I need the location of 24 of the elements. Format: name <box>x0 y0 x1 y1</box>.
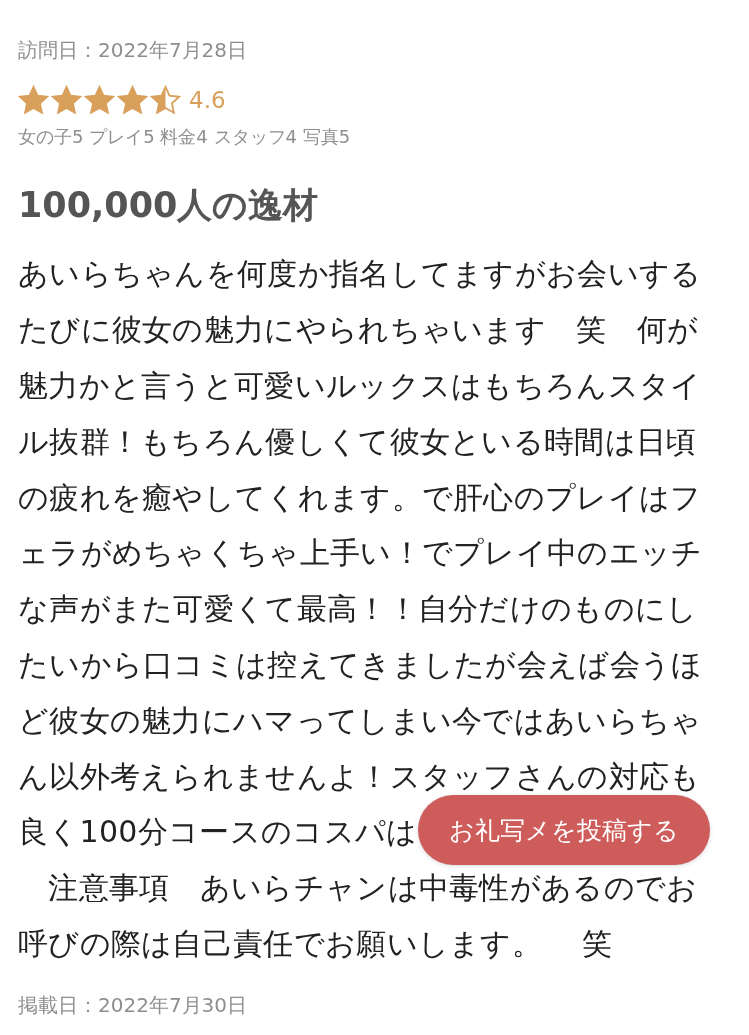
review-text-line: ル抜群！もちろん優しくて彼女といる時間は日頃 <box>18 422 697 461</box>
review-text-line: 良く100分コースのコスパは <box>18 813 418 852</box>
review-text-line: ェラがめちゃくちゃ上手い！でプレイ中のエッチ <box>18 534 703 573</box>
review-text-line: 注意事項 あいらチャンは中毒性があるのでお <box>47 869 698 908</box>
review-text-line: たいから口コミは控えてきましたが会えば会うほ <box>18 645 703 684</box>
review-text-line: たびに彼女の魅力にやられちゃいます 笑 何が <box>18 311 699 350</box>
review-title: 100,000人の逸材 <box>18 184 320 227</box>
review-text-line: あいらちゃんを何度か指名してますがお会いする <box>18 255 702 294</box>
review-text-line: 魅力かと言うと可愛いルックスはもちろんスタイ <box>18 367 702 405</box>
review-text-line: ど彼女の魅力にハマってしまい今ではあいらちゃ <box>18 701 702 740</box>
star-icon <box>18 84 49 116</box>
review-text-line: ん以外考えられませんよ！スタッフさんの対応も <box>18 757 701 796</box>
star-icon <box>84 84 115 116</box>
post-date: 掲載日：2022年7月30日 <box>18 992 249 1020</box>
review-text-line: な声がまた可愛くて最高！！自分だけのものにし <box>18 590 698 629</box>
visit-date: 訪問日：2022年7月28日 <box>18 37 249 64</box>
review-text-line: の疲れを癒やしてくれます。で肝心のプレイはフ <box>18 478 702 517</box>
sub-scores: 女の子5 プレイ5 料金4 スタッフ4 写真5 <box>18 125 352 149</box>
post-photo-button[interactable]: お礼写メを投稿する <box>418 795 710 865</box>
half-star-icon <box>150 84 181 116</box>
star-icon <box>51 84 82 116</box>
star-icon <box>117 84 148 116</box>
review-text-line: 呼びの際は自己責任でお願いします。 笑 <box>18 924 613 963</box>
rating-score: 4.6 <box>189 87 226 113</box>
